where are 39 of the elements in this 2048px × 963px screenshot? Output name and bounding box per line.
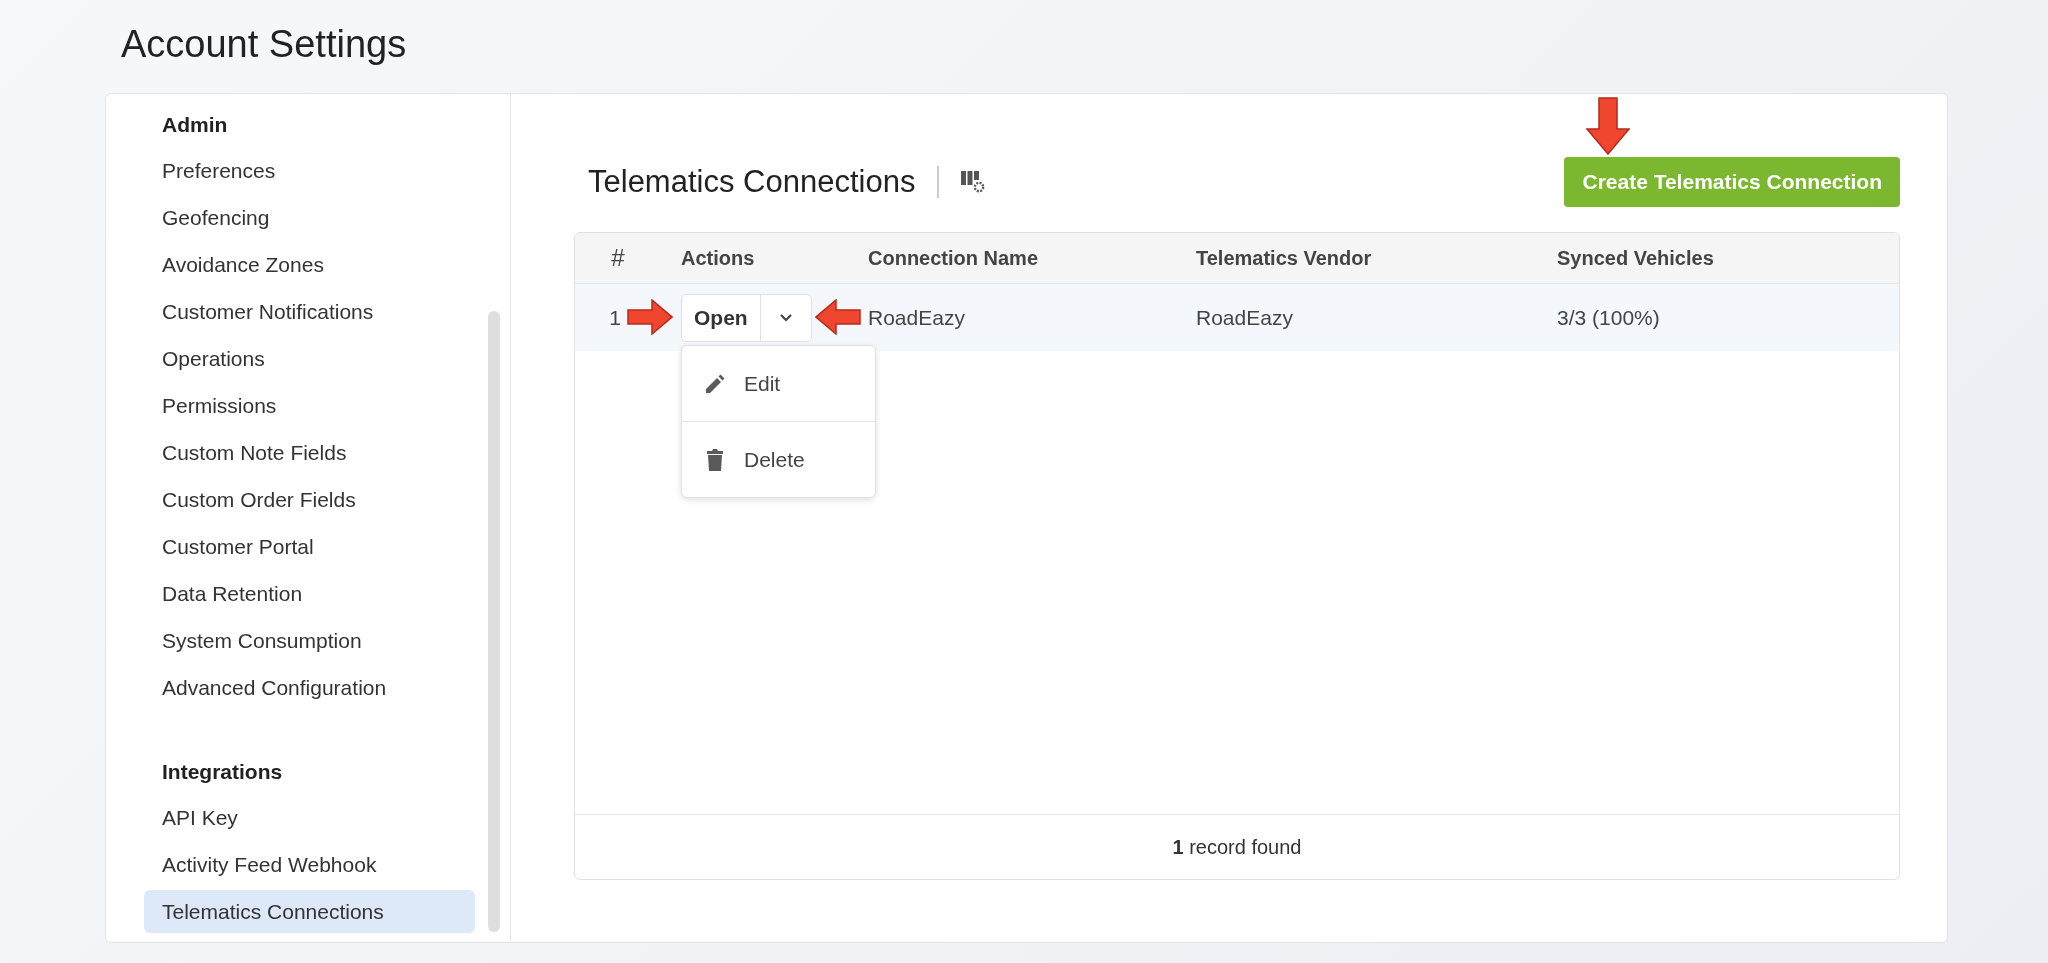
sidebar-item[interactable]: Preferences <box>144 147 475 194</box>
sidebar-item[interactable]: API Key <box>144 794 475 841</box>
column-header: Connection Name <box>868 246 1040 270</box>
trash-icon <box>704 447 726 472</box>
column-settings-icon[interactable] <box>961 171 986 193</box>
sidebar-item[interactable]: Custom Order Fields <box>144 476 475 523</box>
sidebar-item[interactable]: Permissions <box>144 382 475 429</box>
scrollbar[interactable] <box>488 311 500 932</box>
sidebar-item[interactable]: Avoidance Zones <box>144 241 475 288</box>
sidebar-item[interactable]: Custom Note Fields <box>144 429 475 476</box>
menu-item[interactable]: Delete <box>682 421 875 497</box>
sidebar-item[interactable]: Activity Feed Webhook <box>144 841 475 888</box>
annotation-arrow <box>1586 97 1630 155</box>
sidebar-item[interactable]: Customer Portal <box>144 523 475 570</box>
sidebar-item[interactable]: Telematics Connections <box>144 890 475 933</box>
sidebar-item[interactable]: Operations <box>144 335 475 382</box>
sidebar-item[interactable]: System Consumption <box>144 617 475 664</box>
caret-icon <box>778 312 793 323</box>
table-cell-text: RoadEazy <box>868 305 966 330</box>
sidebar-item[interactable]: Geofencing <box>144 194 475 241</box>
table-cell: 1 <box>609 305 621 330</box>
table-cell-text: RoadEazy <box>1196 305 1294 330</box>
column-header: Telematics Vendor <box>1196 246 1373 270</box>
annotation-arrow <box>627 299 673 335</box>
column-header: Synced Vehicles <box>1557 246 1715 270</box>
column-header: Actions <box>680 246 756 270</box>
section-heading: Admin <box>161 112 228 138</box>
annotation-arrow <box>815 299 861 335</box>
record-count: 1 record found <box>1172 835 1302 859</box>
table-cell-text: 3/3 (100%) <box>1557 305 1661 330</box>
table-row[interactable]: 1 Open RoadEazy RoadEazy 3/3 (100%) <box>575 284 1899 351</box>
section-title: Telematics Connections <box>588 164 916 200</box>
sidebar-item[interactable]: Customer Notifications <box>144 288 475 335</box>
page-title: Account Settings <box>121 22 408 67</box>
section-heading: Integrations <box>161 759 283 785</box>
column-header: # <box>610 244 626 272</box>
sidebar-item[interactable]: Data Retention <box>144 570 475 617</box>
sidebar-item[interactable]: Advanced Configuration <box>144 664 475 711</box>
pencil-icon <box>704 372 726 395</box>
